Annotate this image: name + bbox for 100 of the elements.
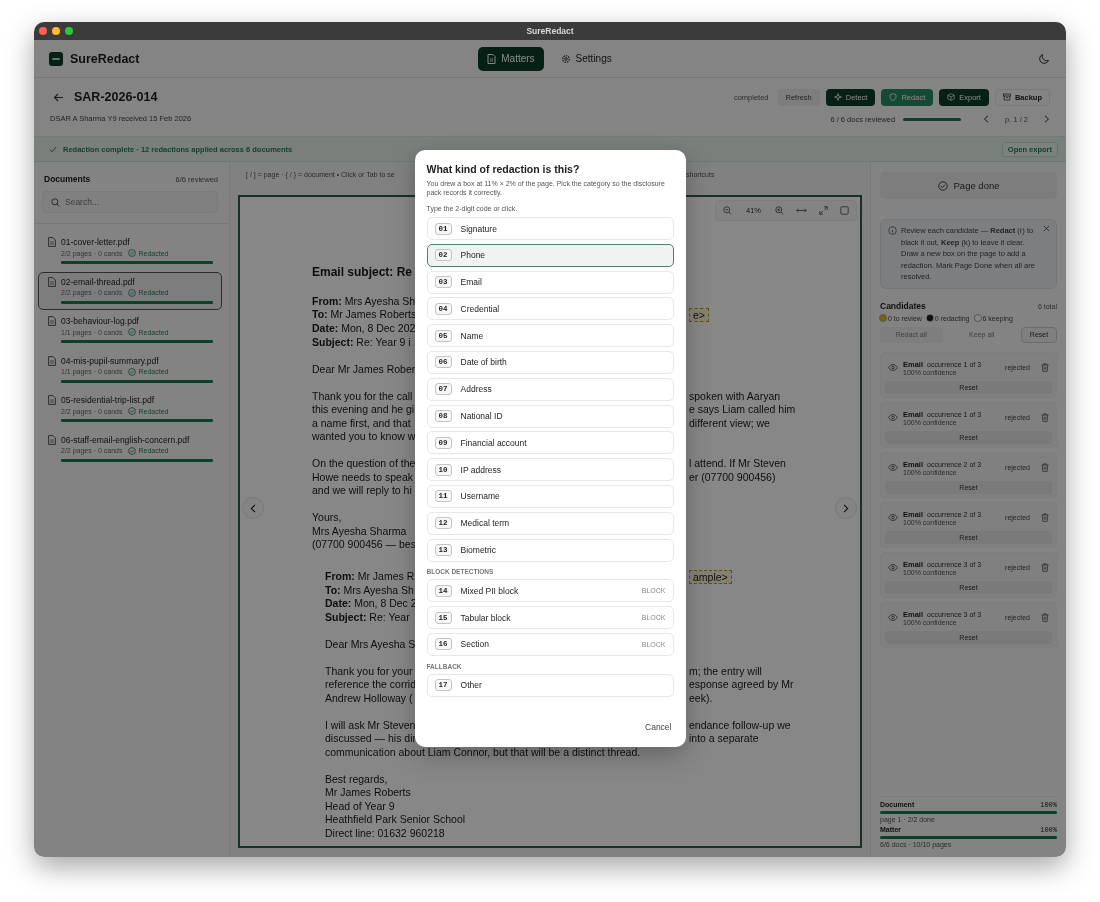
document-text-line: Thank you for the call — [312, 389, 413, 403]
document-text-line: To: Mr James Roberts — [312, 308, 417, 322]
check-circle-icon — [127, 249, 136, 257]
document-text-line: a name first, and that — [312, 416, 411, 430]
document-name: 02-email-thread.pdf — [61, 276, 135, 287]
document-name: 03-behaviour-log.pdf — [61, 316, 139, 326]
trash-icon[interactable] — [1041, 463, 1049, 472]
document-name: 04-mis-pupil-summary.pdf — [61, 355, 159, 366]
document-text-line: Dear Mrs Ayesha S — [325, 637, 416, 651]
check-circle-icon — [127, 328, 136, 336]
trash-icon[interactable] — [1041, 363, 1049, 372]
close-icon[interactable] — [1043, 225, 1050, 232]
option-label: Biometric — [460, 545, 497, 556]
document-text-line: On the question of the — [312, 457, 416, 471]
check-circle-icon — [127, 446, 136, 455]
document-icon — [487, 53, 497, 64]
document-text-line: different view; we — [689, 416, 770, 430]
document-name: 01-cover-letter.pdf — [61, 237, 130, 247]
document-text-line: Date: Mon, 8 Dec 202 — [312, 322, 416, 336]
nav-tab[interactable]: Matters — [478, 46, 544, 71]
eye-icon[interactable] — [888, 564, 898, 571]
document-text-line: From: Mr James R — [325, 569, 415, 584]
option-label: Date of birth — [460, 357, 508, 368]
file-icon — [48, 395, 56, 405]
file-icon — [48, 237, 56, 247]
document-text-line: er (07700 900456) — [689, 470, 776, 484]
document-text-line: discussed — his dir — [325, 732, 417, 746]
document-text-line: Heathfield Park Senior School — [325, 813, 466, 827]
document-text-line: e says Liam called him — [689, 403, 796, 417]
eye-icon[interactable] — [888, 514, 898, 521]
file-icon — [48, 434, 56, 445]
file-icon — [48, 355, 56, 366]
settings-icon — [560, 53, 571, 64]
document-text-line: wanted you to know w — [312, 430, 416, 444]
window-zoom-button[interactable] — [65, 27, 73, 35]
info-icon — [888, 226, 897, 235]
document-text-line: I will ask Mr Steven — [325, 718, 416, 732]
sidebar-title: Documents — [44, 174, 91, 184]
matter-title: SAR-2026-014 — [74, 90, 158, 104]
archive-box-icon — [1002, 93, 1011, 101]
nav-tab[interactable]: Settings — [551, 46, 621, 71]
file-icon — [48, 316, 56, 326]
trash-icon[interactable] — [1041, 513, 1049, 522]
trash-icon[interactable] — [1041, 413, 1049, 422]
next-page-icon[interactable] — [1044, 115, 1050, 123]
document-text-line: endance follow-up we — [689, 718, 791, 732]
option-label: Tabular block — [460, 612, 512, 623]
document-text-line: To: Mrs Ayesha Sh — [325, 583, 414, 597]
document-text-line: this evening and he gi — [312, 403, 415, 417]
document-text-line: (07700 900456 — bes — [312, 538, 416, 552]
zoom-in-icon[interactable] — [775, 206, 784, 215]
chevron-left-icon — [250, 503, 256, 513]
window-minimize-button[interactable] — [52, 27, 60, 35]
eye-icon[interactable] — [888, 614, 898, 621]
document-text-line: Subject: Re: Year — [325, 610, 410, 624]
eye-icon[interactable] — [888, 364, 898, 371]
square-icon[interactable] — [840, 206, 849, 215]
next-page-button[interactable] — [835, 497, 857, 519]
cancel-button[interactable]: Cancel — [643, 719, 674, 737]
eye-icon[interactable] — [888, 464, 898, 471]
expand-icon[interactable] — [819, 206, 828, 215]
option-label: Address — [460, 384, 493, 395]
previous-page-icon[interactable] — [983, 115, 990, 123]
option-label: Username — [460, 491, 501, 502]
check-circle-icon — [127, 407, 136, 415]
page-done-button[interactable]: Page done — [880, 172, 1057, 199]
zoom-out-icon[interactable] — [723, 206, 732, 215]
option-label: Medical term — [460, 518, 511, 529]
option-label: Credential — [460, 303, 501, 314]
document-name: 06-staff-email-english-concern.pdf — [61, 434, 190, 445]
document-text-line: l attend. If Mr Steven — [689, 457, 786, 471]
option-label: National ID — [460, 411, 504, 422]
eye-icon[interactable] — [888, 414, 898, 421]
document-text-line: spoken with Aaryan — [689, 389, 781, 403]
document-text-line: Yours, — [312, 511, 342, 525]
previous-page-button[interactable] — [242, 497, 264, 519]
document-text-line: Subject: Re: Year 9 i — [312, 335, 411, 349]
app-name: SureRedact — [70, 51, 140, 66]
document-text-line: Mr James Roberts — [325, 786, 411, 800]
check-circle-icon — [127, 288, 136, 297]
fit-width-icon[interactable] — [796, 207, 807, 214]
option-label: Section — [460, 639, 490, 650]
chevron-right-icon — [843, 503, 849, 513]
trash-icon[interactable] — [1041, 563, 1049, 572]
option-label: Mixed PII block — [460, 585, 520, 596]
document-text-line: Best regards, — [325, 772, 388, 786]
file-icon — [48, 276, 56, 287]
document-text-line: From: Mrs Ayesha Sh — [312, 294, 416, 308]
trash-icon[interactable] — [1041, 613, 1049, 622]
back-arrow-icon[interactable] — [53, 92, 64, 102]
window-close-button[interactable] — [39, 27, 47, 35]
check-circle-icon — [937, 180, 948, 191]
document-text-line: eek). — [689, 691, 713, 705]
redaction-candidate-box: e> — [689, 308, 709, 322]
document-name: 05-residential-trip-list.pdf — [61, 395, 155, 405]
dark-mode-toggle-icon[interactable] — [1038, 52, 1050, 65]
document-text-line: into a separate — [689, 732, 759, 746]
option-label: IP address — [460, 464, 502, 475]
document-text-line: Dear Mr James Rober — [312, 362, 416, 376]
redaction-candidate-box: ample> — [689, 569, 732, 584]
